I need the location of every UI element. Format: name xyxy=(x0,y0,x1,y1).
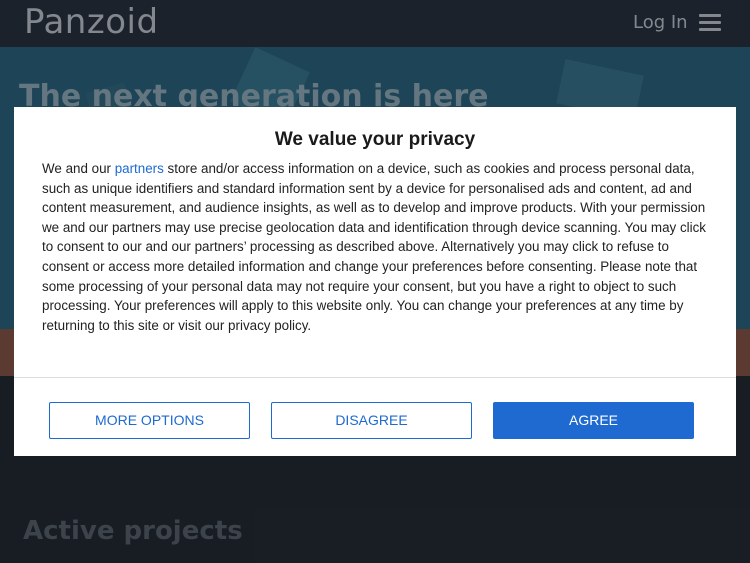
more-options-button[interactable]: MORE OPTIONS xyxy=(49,402,250,439)
dialog-divider xyxy=(14,377,736,378)
partners-link[interactable]: partners xyxy=(115,161,164,176)
agree-button[interactable]: AGREE xyxy=(493,402,694,439)
privacy-consent-dialog: We value your privacy We and our partner… xyxy=(14,107,736,456)
dialog-body: We and our partners store and/or access … xyxy=(42,159,708,335)
disagree-button[interactable]: DISAGREE xyxy=(271,402,472,439)
body-text: store and/or access information on a dev… xyxy=(42,161,706,333)
dialog-title: We value your privacy xyxy=(274,129,476,150)
body-prefix: We and our xyxy=(42,161,115,176)
